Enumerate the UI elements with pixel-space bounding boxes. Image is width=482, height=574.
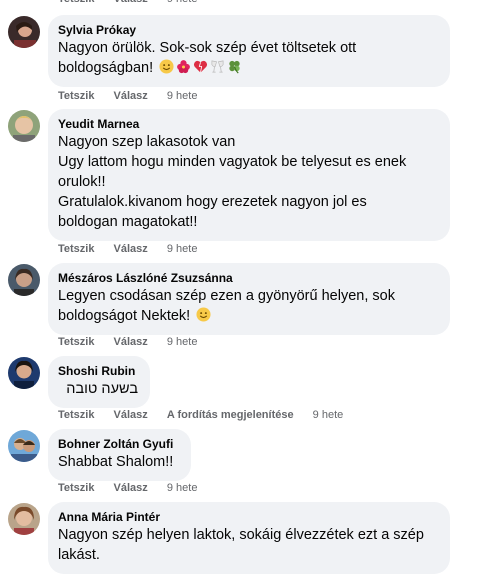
comment-time[interactable]: 9 hete — [167, 0, 198, 5]
four-leaf-clover-icon — [229, 60, 240, 74]
comment-actions: Tetszik Válasz 9 hete — [58, 335, 197, 349]
comment-time[interactable]: 9 hete — [167, 336, 198, 348]
comment-bubble: Yeudit Marnea Nagyon szep lakasotok van … — [48, 109, 450, 241]
comment-text-line: lakást. — [58, 547, 100, 563]
comment-time[interactable]: 9 hete — [167, 90, 198, 102]
avatar[interactable] — [8, 503, 40, 535]
heart-icon — [194, 60, 208, 73]
smiling-face-icon — [196, 307, 211, 322]
like-button[interactable]: Tetszik — [58, 482, 94, 494]
comment-bubble: Bohner Zoltán Gyufi Shabbat Shalom!! — [48, 429, 191, 481]
comment-bubble: Mészáros Lászlóné Zsuzsánna Legyen csodá… — [48, 263, 450, 335]
comment-text: boldogságot Nektek! — [58, 308, 191, 324]
like-button[interactable]: Tetszik — [58, 90, 94, 102]
reply-button[interactable]: Válasz — [114, 409, 148, 421]
like-button[interactable]: Tetszik — [58, 243, 94, 255]
comment-text-line: Nagyon szep lakasotok van — [58, 134, 236, 150]
comment-actions: Tetszik Válasz A fordítás megjelenítése … — [58, 408, 343, 422]
comment-bubble: Sylvia Prókay Nagyon örülök. Sok-sok szé… — [48, 15, 450, 87]
reply-button[interactable]: Válasz — [114, 90, 148, 102]
comment-text-line: Shabbat Shalom!! — [58, 454, 174, 470]
comment-author[interactable]: Shoshi Rubin — [58, 363, 138, 379]
comment-time[interactable]: 9 hete — [167, 243, 198, 255]
comment-actions: Tetszik Válasz 9 hete — [58, 0, 197, 6]
comment-actions: Tetszik Válasz 9 hete — [58, 242, 197, 256]
avatar[interactable] — [8, 16, 40, 48]
comment-text-line: Gratulalok.kivanom hogy erezetek nagyon … — [58, 194, 367, 210]
comment-bubble: Shoshi Rubin בשעה טובה — [48, 356, 150, 408]
comment-bubble: Anna Mária Pintér Nagyon szép helyen lak… — [48, 502, 450, 574]
comment-author[interactable]: Sylvia Prókay — [58, 22, 438, 38]
reply-button[interactable]: Válasz — [114, 243, 148, 255]
comment-text-line: Legyen csodásan szép ezen a gyönyörű hel… — [58, 288, 395, 304]
comment-text-line: Nagyon szép helyen laktok, sokáig élvezz… — [58, 527, 424, 543]
hibiscus-icon — [177, 60, 191, 74]
reply-button[interactable]: Válasz — [114, 336, 148, 348]
comment-text-line: בשעה טובה — [66, 381, 138, 397]
comment-actions: Tetszik Válasz 9 hete — [58, 481, 197, 495]
comment-text-line: boldogságot Nektek! — [58, 306, 438, 326]
comment-text-line: boldogságban! — [58, 58, 438, 78]
like-button[interactable]: Tetszik — [58, 0, 94, 5]
comment-text-line: Ugy lattom hogu minden vagyatok be telye… — [58, 154, 407, 170]
reply-button[interactable]: Válasz — [114, 0, 148, 5]
like-button[interactable]: Tetszik — [58, 336, 94, 348]
comment-author[interactable]: Mészáros Lászlóné Zsuzsánna — [58, 270, 438, 286]
comment-time[interactable]: 9 hete — [167, 482, 198, 494]
comment-text: boldogságban! — [58, 60, 154, 76]
comment-text-line: Nagyon örülök. Sok-sok szép évet töltset… — [58, 40, 357, 56]
like-button[interactable]: Tetszik — [58, 409, 94, 421]
comment-time[interactable]: 9 hete — [313, 409, 344, 421]
comment-text-line: orulok!! — [58, 174, 106, 190]
comment-text-line: boldogan magatokat!! — [58, 214, 198, 230]
comment-author[interactable]: Bohner Zoltán Gyufi — [58, 436, 179, 452]
reply-button[interactable]: Válasz — [114, 482, 148, 494]
avatar[interactable] — [8, 264, 40, 296]
avatar[interactable] — [8, 430, 40, 462]
avatar[interactable] — [8, 110, 40, 142]
comment-author[interactable]: Anna Mária Pintér — [58, 509, 438, 525]
champagne-toast-icon — [211, 60, 224, 73]
avatar[interactable] — [8, 357, 40, 389]
comment-author[interactable]: Yeudit Marnea — [58, 116, 438, 132]
see-translation-link[interactable]: A fordítás megjelenítése — [167, 409, 294, 421]
smiling-face-icon — [159, 59, 174, 74]
comment-actions: Tetszik Válasz 9 hete — [58, 89, 197, 103]
